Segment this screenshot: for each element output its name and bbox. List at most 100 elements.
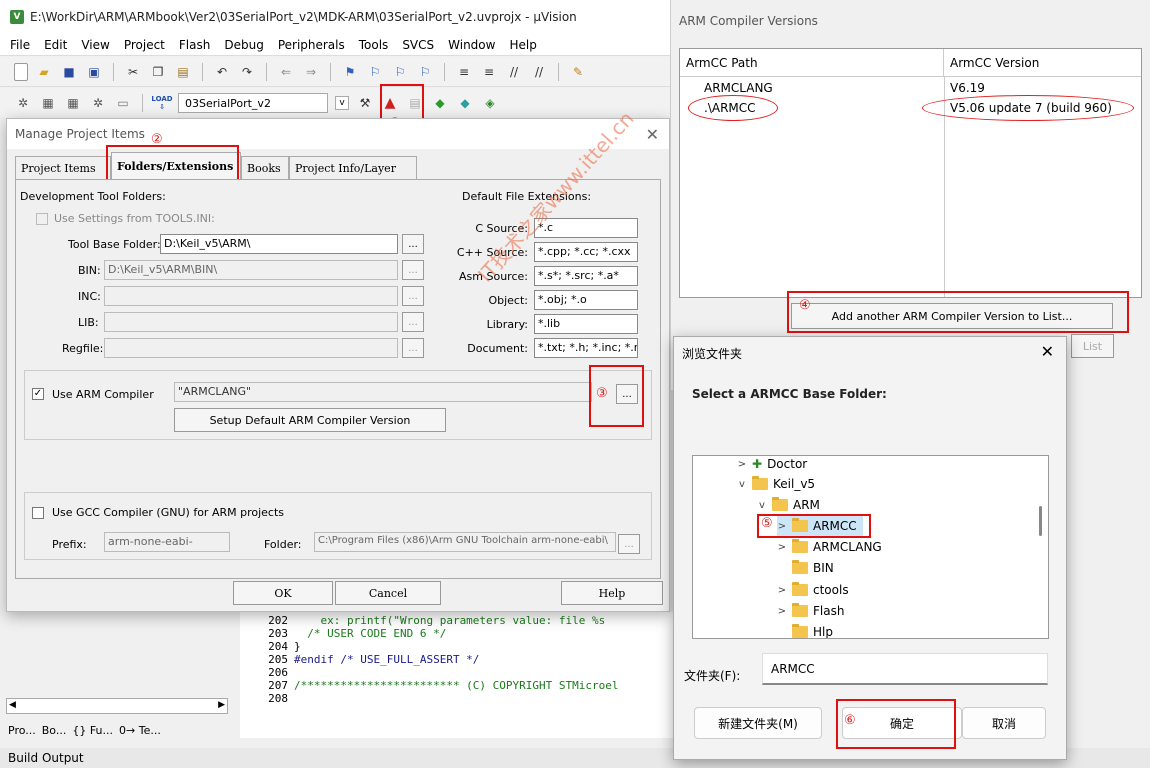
menu-debug[interactable]: Debug (224, 38, 263, 52)
chevron-right-icon[interactable]: > (737, 459, 747, 470)
browse-regfile-button[interactable]: ... (402, 338, 424, 358)
use-settings-checkbox[interactable] (36, 213, 48, 225)
browse-tool-base-button[interactable]: ... (402, 234, 424, 254)
inc-field[interactable] (104, 286, 398, 306)
bookmark-clear-icon[interactable]: ⚐ (416, 63, 434, 81)
tree-item-doctor[interactable]: > ✚ Doctor (737, 456, 807, 474)
uncomment-icon[interactable]: // (530, 63, 548, 81)
browse-lib-button[interactable]: ... (402, 312, 424, 332)
close-icon[interactable]: ✕ (1041, 342, 1054, 361)
tab-books[interactable]: Bo... (42, 724, 67, 737)
tab-project[interactable]: Pro... (8, 724, 36, 737)
menu-view[interactable]: View (81, 38, 109, 52)
help-button[interactable]: Help (561, 581, 663, 605)
lib-field[interactable] (104, 312, 398, 332)
menu-peripherals[interactable]: Peripherals (278, 38, 345, 52)
pack-installer-icon[interactable]: ◆ (456, 94, 474, 112)
save-all-icon[interactable]: ▣ (85, 63, 103, 81)
stop-build-icon[interactable]: ▭ (114, 94, 132, 112)
tree-scrollbar-thumb[interactable] (1039, 506, 1042, 536)
object-field[interactable]: *.obj; *.o (534, 290, 638, 310)
horizontal-scrollbar[interactable]: ◀ ▶ (6, 698, 228, 714)
bookmark-prev-icon[interactable]: ⚐ (366, 63, 384, 81)
document-field[interactable]: *.txt; *.h; *.inc; *.md (534, 338, 638, 358)
paste-icon[interactable]: ▤ (174, 63, 192, 81)
indent-icon[interactable]: ≡ (455, 63, 473, 81)
cut-icon[interactable]: ✂ (124, 63, 142, 81)
tab-books[interactable]: Books (241, 156, 289, 180)
build-icon[interactable]: ▦ (39, 94, 57, 112)
use-arm-compiler-checkbox[interactable]: ✓ (32, 388, 44, 400)
find-in-files-icon[interactable]: ✎ (569, 63, 587, 81)
tree-item-ctools[interactable]: > ctools (777, 580, 849, 600)
nav-forward-icon[interactable]: ⇒ (302, 63, 320, 81)
target-options-icon[interactable]: ⚒ (356, 94, 374, 112)
menu-edit[interactable]: Edit (44, 38, 67, 52)
green-diamond-icon[interactable]: ◆ (431, 94, 449, 112)
folder-input[interactable]: ARMCC (762, 653, 1048, 685)
cancel-button[interactable]: Cancel (335, 581, 441, 605)
arm-compiler-field[interactable]: "ARMCLANG" (174, 382, 592, 402)
tree-item-arm[interactable]: v ARM (757, 495, 820, 515)
bookmark-icon[interactable]: ⚑ (341, 63, 359, 81)
close-icon[interactable]: ✕ (646, 125, 659, 144)
tab-project-info-layer[interactable]: Project Info/Layer (289, 156, 417, 180)
row-path-armclang[interactable]: ARMCLANG (704, 81, 773, 95)
asm-source-field[interactable]: *.s*; *.src; *.a* (534, 266, 638, 286)
select-software-packs-icon[interactable]: ◈ (481, 94, 499, 112)
tab-templates[interactable]: 0→ Te... (119, 724, 161, 737)
bookmark-next-icon[interactable]: ⚐ (391, 63, 409, 81)
new-folder-button[interactable]: 新建文件夹(M) (694, 707, 822, 739)
browse-inc-button[interactable]: ... (402, 286, 424, 306)
browse-gcc-folder-button[interactable]: ... (618, 534, 640, 554)
comment-icon[interactable]: // (505, 63, 523, 81)
bin-field[interactable]: D:\Keil_v5\ARM\BIN\ (104, 260, 398, 280)
tree-item-hlp[interactable]: Hlp (777, 622, 833, 638)
redo-icon[interactable]: ↷ (238, 63, 256, 81)
scroll-left-icon[interactable]: ◀ (9, 700, 16, 710)
menu-svcs[interactable]: SVCS (402, 38, 434, 52)
chevron-right-icon[interactable]: > (777, 542, 787, 553)
menu-flash[interactable]: Flash (179, 38, 210, 52)
save-icon[interactable]: ■ (60, 63, 78, 81)
row-version-armclang[interactable]: V6.19 (950, 81, 985, 95)
cancel-button[interactable]: 取消 (962, 707, 1046, 739)
tree-item-armclang[interactable]: > ARMCLANG (777, 537, 882, 557)
tree-item-flash[interactable]: > Flash (777, 601, 844, 621)
menu-tools[interactable]: Tools (359, 38, 389, 52)
col-armcc-version[interactable]: ArmCC Version (944, 49, 1141, 77)
copy-icon[interactable]: ❐ (149, 63, 167, 81)
download-load-icon[interactable]: LOAD ⇩ (151, 94, 172, 112)
rebuild-icon[interactable]: ▦ (64, 94, 82, 112)
target-select[interactable]: 03SerialPort_v2 (178, 93, 328, 113)
menu-project[interactable]: Project (124, 38, 165, 52)
setup-default-compiler-button[interactable]: Setup Default ARM Compiler Version (174, 408, 446, 432)
menu-help[interactable]: Help (509, 38, 536, 52)
ok-button[interactable]: OK (233, 581, 333, 605)
regfile-field[interactable] (104, 338, 398, 358)
open-folder-icon[interactable]: ▰ (35, 63, 53, 81)
chevron-right-icon[interactable]: > (777, 606, 787, 617)
new-file-icon[interactable] (14, 62, 28, 81)
gcc-folder-field[interactable]: C:\Program Files (x86)\Arm GNU Toolchain… (314, 532, 616, 552)
ghost-list-button[interactable]: List (1071, 334, 1114, 358)
unindent-icon[interactable]: ≡ (480, 63, 498, 81)
use-gcc-checkbox[interactable] (32, 507, 44, 519)
translate-icon[interactable]: ✲ (14, 94, 32, 112)
chevron-down-icon[interactable]: v (335, 96, 349, 110)
batch-build-icon[interactable]: ✲ (89, 94, 107, 112)
prefix-field[interactable]: arm-none-eabi- (104, 532, 230, 552)
chevron-right-icon[interactable]: > (777, 585, 787, 596)
menu-file[interactable]: File (10, 38, 30, 52)
undo-icon[interactable]: ↶ (213, 63, 231, 81)
nav-back-icon[interactable]: ⇐ (277, 63, 295, 81)
tree-item-bin[interactable]: BIN (777, 558, 834, 578)
chevron-down-icon[interactable]: v (757, 500, 767, 511)
menu-window[interactable]: Window (448, 38, 495, 52)
code-editor[interactable]: 202 ex: printf("Wrong parameters value: … (240, 612, 674, 738)
scroll-right-icon[interactable]: ▶ (218, 700, 225, 710)
chevron-down-icon[interactable]: v (737, 479, 747, 490)
col-armcc-path[interactable]: ArmCC Path (680, 49, 944, 77)
library-field[interactable]: *.lib (534, 314, 638, 334)
tool-base-field[interactable]: D:\Keil_v5\ARM\ (160, 234, 398, 254)
